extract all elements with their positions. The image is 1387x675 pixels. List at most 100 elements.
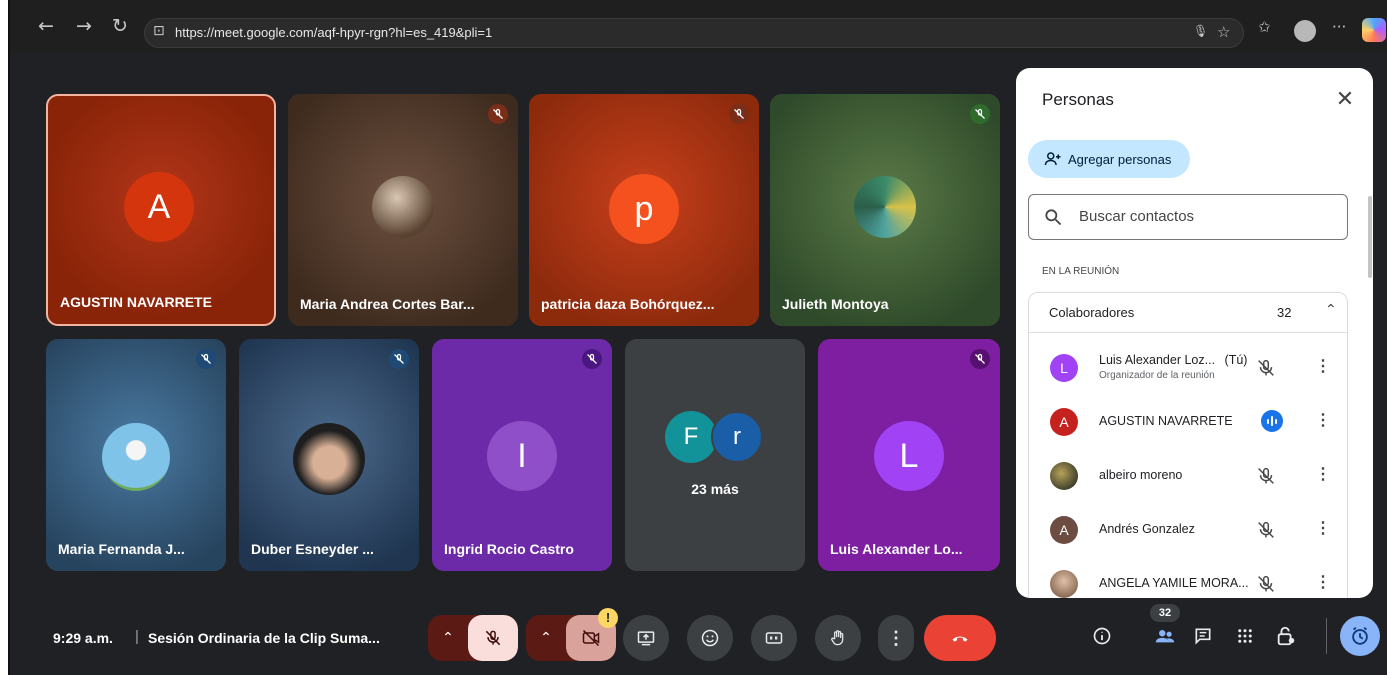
participant-tile[interactable]: Maria Fernanda J... [46,339,226,571]
browser-toolbar: ← → ↻ ⊡ https://meet.google.com/aqf-hpyr… [10,0,1387,52]
avatar-letter: A [1059,414,1069,430]
favorites-icon[interactable]: ✩ [1258,18,1271,36]
avatar: A [124,172,194,242]
reload-icon[interactable]: ↻ [108,14,132,38]
mic-off-icon [1258,467,1274,484]
collaborators-header[interactable]: Colaboradores 32 ⌃ [1029,293,1347,333]
timer-clock-icon [1352,627,1368,645]
participant-row[interactable]: L Luis Alexander Loz... (Tú) Organizador… [1029,341,1347,395]
participant-tile[interactable]: I Ingrid Rocio Castro [432,339,612,571]
mic-off-icon [488,104,508,124]
info-icon [1093,627,1111,645]
activities-button[interactable] [1229,620,1261,652]
mic-off-icon [582,349,602,369]
meeting-info-button[interactable] [1086,620,1118,652]
raise-hand-button[interactable] [815,615,861,661]
participant-tile[interactable]: A AGUSTIN NAVARRETE [46,94,276,326]
mic-control-group: ⌃ [428,615,518,661]
participant-name: Luis Alexander Lo... [830,541,963,557]
avatar-letter: L [899,436,919,475]
avatar: L [874,421,944,491]
more-vert-icon: ⋮ [887,627,905,648]
participant-role: Organizador de la reunión [1099,370,1215,381]
avatar: p [609,174,679,244]
mic-off-icon [389,349,409,369]
name-text: Luis Alexander Loz... [1099,353,1216,367]
close-icon[interactable]: ✕ [1331,86,1359,114]
participant-name: Maria Andrea Cortes Bar... [300,296,475,312]
participant-row[interactable]: A Andrés Gonzalez ⋮ [1029,503,1347,557]
speaking-indicator-icon [1261,410,1283,432]
warning-badge: ! [598,608,618,628]
audio-options-chevron-icon[interactable]: ⌃ [428,615,468,661]
timer-button[interactable] [1340,616,1380,656]
more-options-icon[interactable]: ⋮ [1315,464,1331,484]
reactions-button[interactable] [687,615,733,661]
captions-button[interactable] [751,615,797,661]
mic-off-icon [1258,359,1274,376]
participant-row[interactable]: ANGELA YAMILE MORA... ⋮ [1029,557,1347,598]
mic-off-icon [485,630,501,646]
mic-permission-icon[interactable]: 🎙 [1193,24,1208,38]
camera-off-icon [582,629,600,647]
scrollbar[interactable] [1368,196,1372,278]
chevron-up-icon[interactable]: ⌃ [1325,302,1337,318]
group-label: Colaboradores [1049,305,1135,320]
participant-name: Maria Fernanda J... [58,541,185,557]
add-people-button[interactable]: Agregar personas [1028,140,1190,178]
end-call-button[interactable] [924,615,996,661]
avatar-letter: I [517,436,527,475]
meeting-title: Sesión Ordinaria de la Clip Suma... [148,630,380,646]
host-controls-button[interactable] [1270,620,1302,652]
more-participants-tile[interactable]: F r 23 más [625,339,805,571]
copilot-icon[interactable] [1362,18,1386,42]
search-placeholder: Buscar contactos [1079,208,1195,225]
video-options-chevron-icon[interactable]: ⌃ [526,615,566,661]
add-people-label: Agregar personas [1068,151,1172,167]
participant-row[interactable]: albeiro moreno ⋮ [1029,449,1347,503]
participant-name: patricia daza Bohórquez... [541,296,715,312]
participant-tile[interactable]: Maria Andrea Cortes Bar... [288,94,518,326]
more-options-button[interactable]: ⋮ [878,615,914,661]
group-count: 32 [1277,305,1292,320]
participant-name: Julieth Montoya [782,296,889,312]
people-panel: Personas ✕ Agregar personas Buscar conta… [1016,68,1373,598]
back-icon[interactable]: ← [34,14,58,38]
mic-toggle-button[interactable] [468,615,518,661]
search-icon [1045,209,1062,226]
participant-tile[interactable]: Duber Esneyder ... [239,339,419,571]
apps-grid-icon [1238,629,1252,643]
participant-tile[interactable]: L Luis Alexander Lo... [818,339,1000,571]
people-button[interactable] [1149,620,1181,652]
more-options-icon[interactable]: ⋮ [1315,572,1331,592]
participant-tile[interactable]: Julieth Montoya [770,94,1000,326]
avatar-photo [372,176,434,238]
search-input[interactable]: Buscar contactos [1028,194,1348,240]
avatar-photo [293,423,365,495]
more-options-icon[interactable]: ⋮ [1315,356,1331,376]
participant-row[interactable]: A AGUSTIN NAVARRETE ⋮ [1029,395,1347,449]
avatar: I [487,421,557,491]
forward-icon[interactable]: → [72,14,96,38]
participant-name: Duber Esneyder ... [251,541,374,557]
site-info-icon[interactable]: ⊡ [153,23,165,39]
participant-tile[interactable]: p patricia daza Bohórquez... [529,94,759,326]
clock-time: 9:29 a.m. [53,630,113,646]
chat-button[interactable] [1187,620,1219,652]
more-options-icon[interactable]: ⋮ [1315,410,1331,430]
raise-hand-icon [831,630,844,646]
divider: | [135,628,139,645]
more-count-label: 23 más [691,481,739,497]
participant-name: Andrés Gonzalez [1099,522,1195,536]
captions-icon [765,632,783,644]
present-button[interactable] [623,615,669,661]
profile-avatar[interactable] [1294,20,1316,42]
address-bar[interactable]: ⊡ https://meet.google.com/aqf-hpyr-rgn?h… [144,18,1244,48]
more-options-icon[interactable]: ⋮ [1315,518,1331,538]
participant-name: AGUSTIN NAVARRETE [1099,414,1233,428]
end-call-icon [952,636,968,642]
favorite-star-icon[interactable]: ☆ [1217,23,1230,41]
mic-off-icon [1258,521,1274,538]
settings-more-icon[interactable]: ··· [1332,18,1346,36]
avatar-photo [854,176,916,238]
